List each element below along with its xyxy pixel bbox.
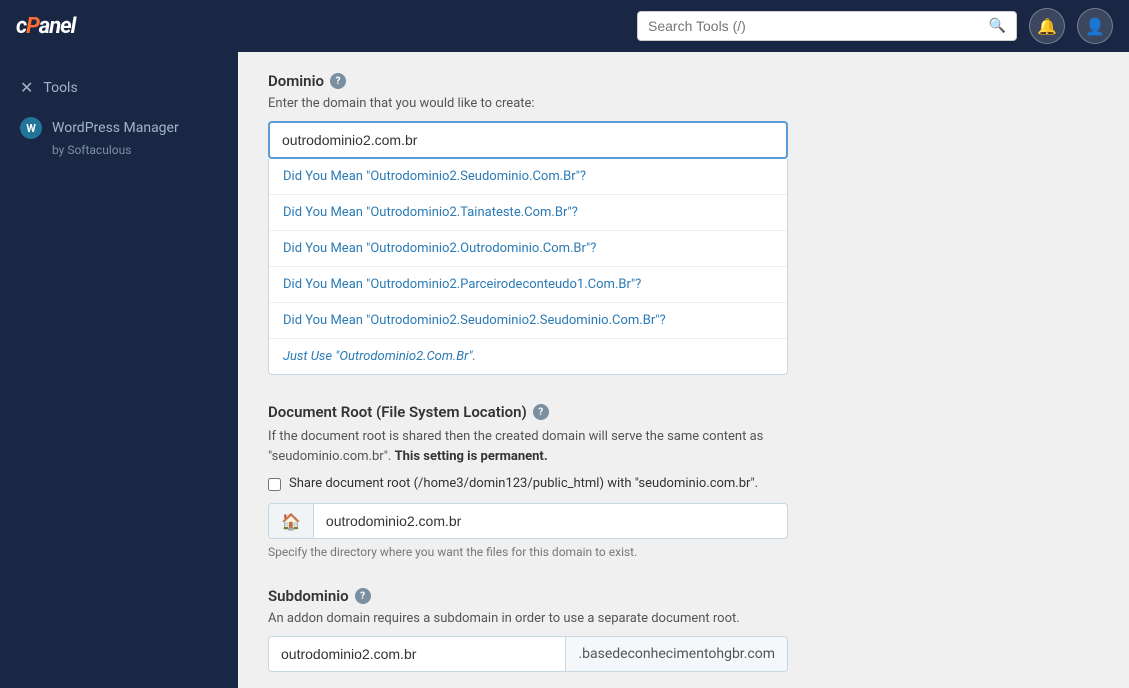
- wordpress-logo-icon: W: [20, 117, 42, 139]
- sidebar-wordpress-label: WordPress Manager: [52, 120, 179, 136]
- subdominio-description: An addon domain requires a subdomain in …: [268, 611, 1099, 626]
- home-icon: 🏠: [269, 504, 314, 538]
- layout: ✕ Tools W WordPress Manager by Softaculo…: [0, 52, 1129, 688]
- document-root-warning: If the document root is shared then the …: [268, 427, 788, 466]
- subdominio-title-text: Subdominio: [268, 587, 349, 605]
- suggestion-item-4[interactable]: Did You Mean "Outrodominio2.Seudominio2.…: [269, 303, 787, 339]
- document-root-title: Document Root (File System Location) ?: [268, 403, 1099, 421]
- suggestions-dropdown: Did You Mean "Outrodominio2.Seudominio.C…: [268, 159, 788, 375]
- suggestion-item-2[interactable]: Did You Mean "Outrodominio2.Outrodominio…: [269, 231, 787, 267]
- suggestion-item-1[interactable]: Did You Mean "Outrodominio2.Tainateste.C…: [269, 195, 787, 231]
- tools-icon: ✕: [20, 78, 33, 97]
- dominio-section: Dominio ? Enter the domain that you woul…: [268, 72, 1099, 375]
- share-root-checkbox[interactable]: [268, 478, 281, 491]
- dominio-help-icon[interactable]: ?: [330, 73, 346, 89]
- search-icon: 🔍: [989, 18, 1006, 34]
- header-right: 🔍 🔔 👤: [637, 8, 1113, 44]
- suggestion-item-0[interactable]: Did You Mean "Outrodominio2.Seudominio.C…: [269, 159, 787, 195]
- subdominio-title: Subdominio ?: [268, 587, 1099, 605]
- dir-hint: Specify the directory where you want the…: [268, 545, 1099, 559]
- dominio-description: Enter the domain that you would like to …: [268, 96, 1099, 111]
- document-root-section: Document Root (File System Location) ? I…: [268, 403, 1099, 559]
- dominio-title-text: Dominio: [268, 72, 324, 90]
- user-menu-button[interactable]: 👤: [1077, 8, 1113, 44]
- document-root-title-text: Document Root (File System Location): [268, 403, 527, 421]
- domain-input-wrapper: Did You Mean "Outrodominio2.Seudominio.C…: [268, 121, 1099, 375]
- dir-input[interactable]: [314, 504, 787, 538]
- dir-input-wrapper: 🏠: [268, 503, 788, 539]
- subdomain-left-input[interactable]: [268, 636, 566, 672]
- sidebar-item-tools-label: Tools: [43, 80, 77, 96]
- subdomain-row: .basedeconhecimentohgbr.com: [268, 636, 788, 672]
- main-content: Dominio ? Enter the domain that you woul…: [238, 52, 1129, 688]
- sidebar: ✕ Tools W WordPress Manager by Softaculo…: [0, 52, 238, 688]
- sidebar-item-tools[interactable]: ✕ Tools: [0, 68, 238, 107]
- subdomain-right-label: .basedeconhecimentohgbr.com: [566, 636, 788, 672]
- warning-strong: This setting is permanent.: [395, 449, 548, 464]
- search-bar-container: 🔍: [637, 11, 1017, 41]
- search-input[interactable]: [648, 18, 989, 34]
- suggestion-item-5[interactable]: Just Use "Outrodominio2.Com.Br".: [269, 339, 787, 374]
- subdominio-help-icon[interactable]: ?: [355, 588, 371, 604]
- notifications-button[interactable]: 🔔: [1029, 8, 1065, 44]
- cpanel-logo: cPanel: [16, 14, 75, 39]
- sidebar-softaculous-sub: by Softaculous: [0, 143, 238, 161]
- suggestion-item-3[interactable]: Did You Mean "Outrodominio2.Parceirodeco…: [269, 267, 787, 303]
- share-root-label-text: Share document root (/home3/domin123/pub…: [289, 476, 758, 491]
- domain-input[interactable]: [268, 121, 788, 159]
- header: cPanel 🔍 🔔 👤: [0, 0, 1129, 52]
- sidebar-wordpress-label-group: WordPress Manager: [52, 120, 179, 136]
- dominio-title: Dominio ?: [268, 72, 1099, 90]
- subdominio-section: Subdominio ? An addon domain requires a …: [268, 587, 1099, 672]
- share-root-checkbox-label[interactable]: Share document root (/home3/domin123/pub…: [268, 476, 788, 491]
- document-root-help-icon[interactable]: ?: [533, 404, 549, 420]
- header-left: cPanel: [16, 14, 75, 39]
